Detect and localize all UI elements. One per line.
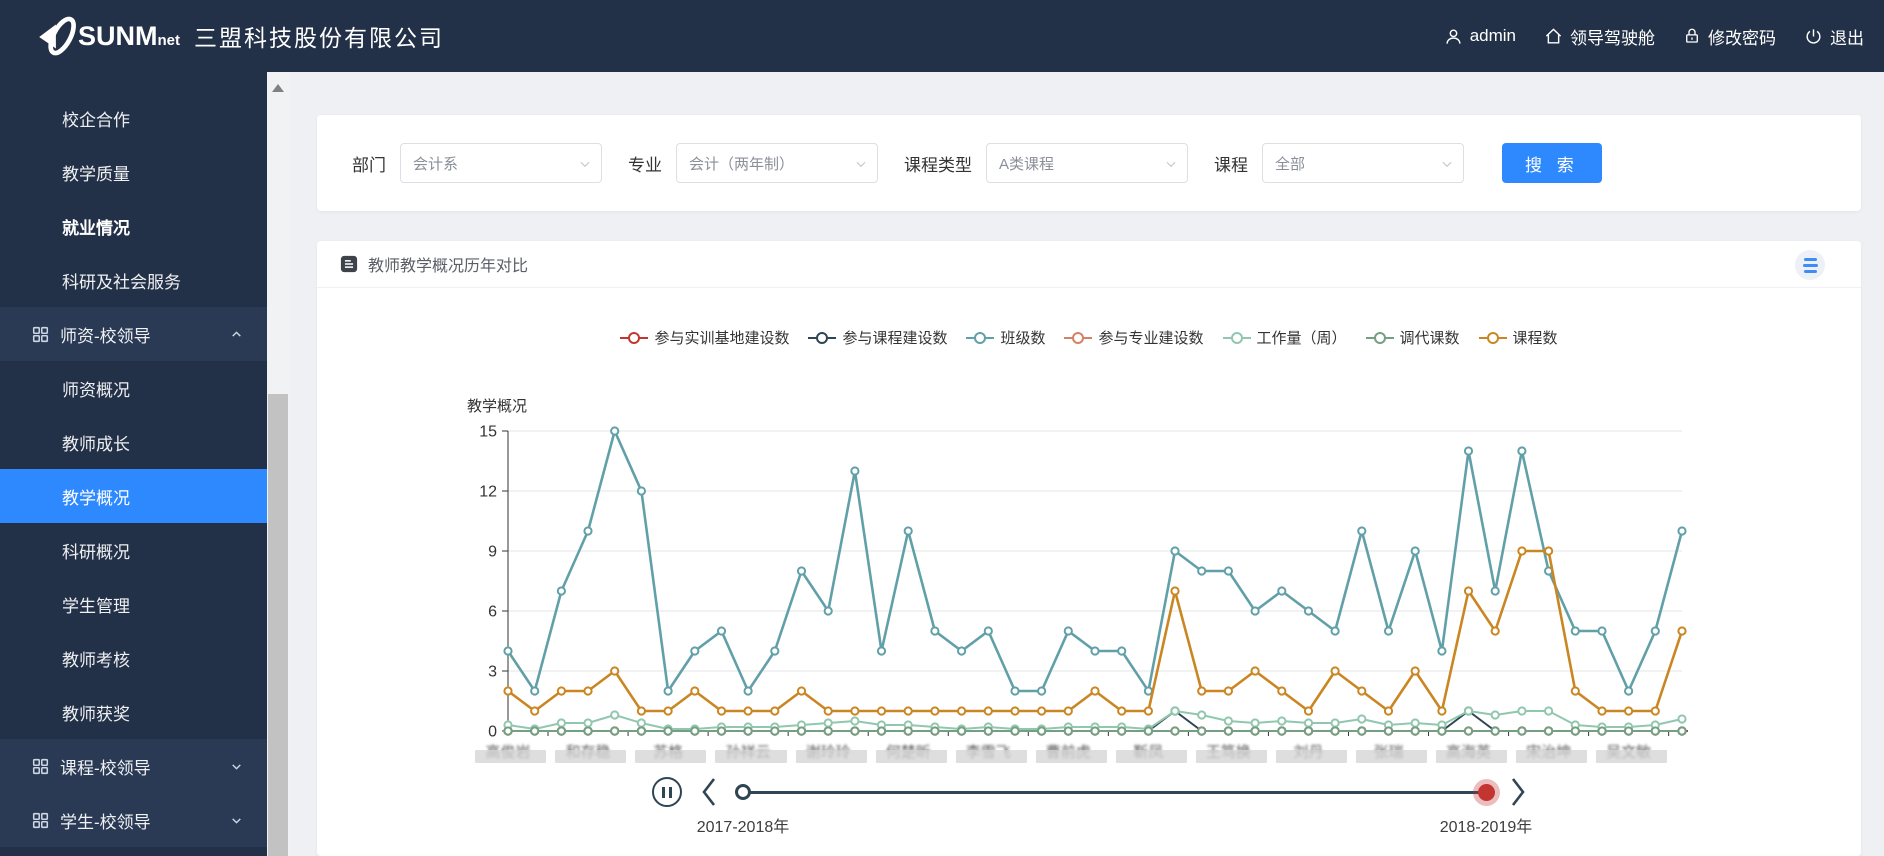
chevron-down-icon — [232, 764, 241, 770]
logo: SUNMnet 三盟科技股份有限公司 — [34, 11, 444, 61]
company-name: 三盟科技股份有限公司 — [194, 25, 444, 51]
search-button[interactable]: 搜 索 — [1502, 143, 1602, 183]
user-menu[interactable]: admin — [1444, 26, 1516, 46]
sidebar-item-teacher-assessment[interactable]: 教师考核 — [0, 631, 267, 685]
grid-icon — [32, 812, 49, 829]
sidebar-item-faculty-overview[interactable]: 师资概况 — [0, 361, 267, 415]
sidebar-item-employment[interactable]: 就业情况 — [0, 199, 267, 253]
sunmnet-logo-icon — [39, 16, 76, 56]
sidebar-item-research-service[interactable]: 科研及社会服务 — [0, 253, 267, 307]
chart-legend: 参与实训基地建设数 参与课程建设数 班级数 参与专业建设数 工作量（周） 调代课数 课程数 — [317, 327, 1861, 348]
home-icon — [1545, 27, 1562, 44]
svg-text:15: 15 — [479, 424, 497, 441]
power-icon — [1806, 28, 1821, 44]
grid-icon — [32, 758, 49, 775]
x-axis-labels: 高俊岩和存稳苏格孙祥云谢玲玲何楚昕李雪飞曹前虎靳凤王笃换刘丹张瑞高海英宋治坤吴文… — [317, 741, 1861, 767]
legend-item[interactable]: 工作量（周） — [1222, 327, 1347, 348]
course-type-select[interactable]: A类课程 — [986, 143, 1188, 183]
filter-department: 部门 会计系 — [352, 143, 602, 183]
legend-item[interactable]: 参与实训基地建设数 — [620, 327, 789, 348]
nav-change-password[interactable]: 修改密码 — [1683, 24, 1776, 49]
sidebar-item-teaching-overview[interactable]: 教学概况 — [0, 469, 267, 523]
sidebar-item-teacher-awards[interactable]: 教师获奖 — [0, 685, 267, 739]
sidebar-item-school-enterprise[interactable]: 校企合作 — [0, 91, 267, 145]
chevron-down-icon — [856, 161, 866, 168]
course-select[interactable]: 全部 — [1262, 143, 1464, 183]
chart-title: 教师教学概况历年对比 — [368, 258, 529, 275]
vertical-scrollbar[interactable] — [267, 72, 289, 856]
sidebar-group-student[interactable]: 学生-校领导 — [0, 793, 267, 847]
logo-text: SUNMnet — [78, 20, 180, 51]
legend-marker-icon — [620, 331, 649, 344]
timeline-next-icon[interactable] — [1509, 776, 1527, 808]
legend-item[interactable]: 课程数 — [1478, 327, 1558, 348]
svg-text:6: 6 — [488, 604, 497, 621]
document-icon — [340, 255, 358, 273]
chart-panel: 教师教学概况历年对比 参与实训基地建设数 参与课程建设数 班级数 参与专业建设数 工作量… — [317, 241, 1861, 856]
sidebar-item-teaching-quality[interactable]: 教学质量 — [0, 145, 267, 199]
sidebar-item-teacher-growth[interactable]: 教师成长 — [0, 415, 267, 469]
sidebar: 校企合作 教学质量 就业情况 科研及社会服务 师资-校领导 师资概况 教师成长 … — [0, 72, 267, 856]
timeline-current-node[interactable] — [1478, 784, 1495, 801]
scrollbar-up-arrow[interactable] — [272, 84, 284, 92]
filter-course: 课程 全部 — [1214, 143, 1464, 183]
grid-icon — [32, 326, 49, 343]
nav-logout[interactable]: 退出 — [1804, 24, 1864, 49]
top-header: SUNMnet 三盟科技股份有限公司 admin 领导驾驶舱 修改密码 退出 — [0, 0, 1884, 72]
filter-label: 部门 — [352, 155, 386, 175]
chart-panel-header: 教师教学概况历年对比 — [317, 241, 1861, 288]
scrollbar-thumb[interactable] — [268, 394, 288, 856]
legend-item[interactable]: 调代课数 — [1365, 327, 1460, 348]
chevron-down-icon — [580, 161, 590, 168]
filter-label: 专业 — [628, 155, 662, 175]
timeline-start-node[interactable] — [735, 784, 751, 800]
legend-item[interactable]: 参与专业建设数 — [1064, 327, 1204, 348]
filter-panel: 部门 会计系 专业 会计（两年制） 课程类型 A类课程 课程 全部 搜 索 — [317, 115, 1861, 211]
svg-text:教学概况: 教学概况 — [467, 398, 527, 415]
nav-dashboard[interactable]: 领导驾驶舱 — [1544, 24, 1655, 49]
x-axis-label: 吴文敏 — [1581, 741, 1677, 763]
major-select[interactable]: 会计（两年制） — [676, 143, 878, 183]
legend-marker-icon — [1064, 331, 1093, 344]
legend-item[interactable]: 参与课程建设数 — [808, 327, 947, 348]
chevron-down-icon — [1166, 161, 1176, 168]
filter-label: 课程类型 — [904, 155, 972, 175]
svg-text:3: 3 — [488, 664, 497, 681]
legend-marker-icon — [1222, 331, 1251, 344]
timeline-prev-icon[interactable] — [700, 776, 718, 808]
svg-text:0: 0 — [488, 724, 497, 741]
timeline-track[interactable] — [743, 791, 1486, 794]
legend-marker-icon — [1478, 331, 1507, 344]
filter-course-type: 课程类型 A类课程 — [904, 143, 1188, 183]
legend-item[interactable]: 班级数 — [966, 327, 1045, 348]
chart-menu-icon[interactable] — [1795, 250, 1825, 280]
sidebar-item-student-management[interactable]: 学生管理 — [0, 577, 267, 631]
header-right-nav: admin 领导驾驶舱 修改密码 退出 — [1444, 0, 1864, 72]
timeline-start-label: 2017-2018年 — [696, 819, 790, 836]
svg-text:12: 12 — [479, 484, 497, 501]
department-select[interactable]: 会计系 — [400, 143, 602, 183]
timeline-end-label: 2018-2019年 — [1439, 819, 1533, 836]
main-content: 部门 会计系 专业 会计（两年制） 课程类型 A类课程 课程 全部 搜 索 教师… — [289, 72, 1884, 856]
filter-label: 课程 — [1214, 155, 1248, 175]
line-chart: 教学概况 0 3 6 9 12 15 — [467, 398, 1688, 741]
timeline-pause-button[interactable] — [652, 777, 682, 807]
chevron-up-icon — [232, 331, 241, 337]
user-icon — [1446, 28, 1461, 44]
sidebar-group-course[interactable]: 课程-校领导 — [0, 739, 267, 793]
legend-marker-icon — [808, 331, 837, 344]
legend-marker-icon — [1365, 331, 1394, 344]
filter-major: 专业 会计（两年制） — [628, 143, 878, 183]
sidebar-item-research-overview[interactable]: 科研概况 — [0, 523, 267, 577]
legend-marker-icon — [966, 331, 995, 344]
chevron-down-icon — [1442, 161, 1452, 168]
svg-text:9: 9 — [488, 544, 497, 561]
lock-icon — [1686, 28, 1698, 43]
sidebar-group-faculty[interactable]: 师资-校领导 — [0, 307, 267, 361]
chevron-down-icon — [232, 818, 241, 824]
